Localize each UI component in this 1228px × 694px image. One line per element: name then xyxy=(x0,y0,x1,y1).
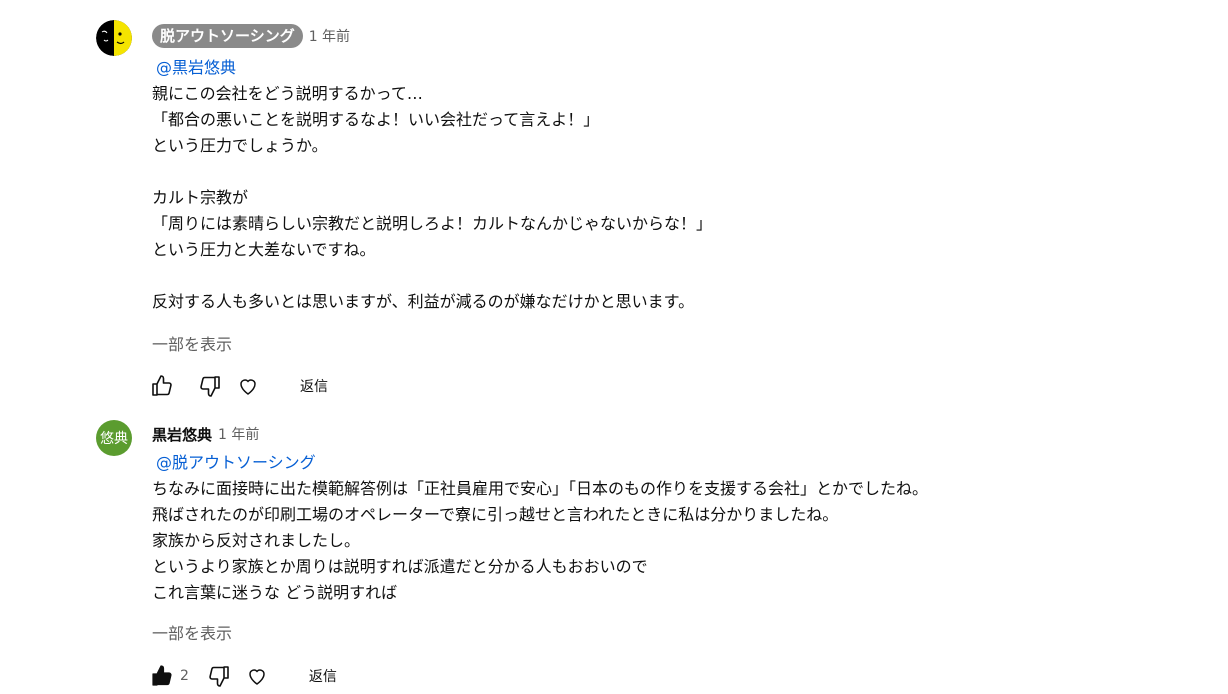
comment-text: @脱アウトソーシング ちなみに面接時に出た模範解答例は「正社員雇用で安心」「日本… xyxy=(152,450,928,606)
comment-line: 飛ばされたのが印刷工場のオペレーターで寮に引っ越せと言われたときに私は分かりまし… xyxy=(152,505,839,524)
comment-actions: 2 返信 xyxy=(150,662,337,690)
heart-icon[interactable] xyxy=(245,664,269,688)
comment-line: ちなみに面接時に出た模範解答例は「正社員雇用で安心」「日本のもの作りを支援する会… xyxy=(152,479,929,498)
comment-line: 「周りには素晴らしい宗教だと説明しろよ！カルトなんかじゃないからな！」 xyxy=(152,214,713,233)
thumbs-down-icon[interactable] xyxy=(198,374,222,398)
comment-line: これ言葉に迷うな どう説明すれば xyxy=(152,583,398,602)
comment-line xyxy=(152,263,712,289)
comment-line: カルト宗教が xyxy=(152,188,249,207)
show-more-link[interactable]: 一部を表示 xyxy=(152,620,232,644)
comment-text: @黒岩悠典 親にこの会社をどう説明するかって… 「都合の悪いことを説明するなよ！… xyxy=(152,55,712,315)
comment-line: という圧力でしょうか。 xyxy=(152,136,328,155)
comment-header: 脱アウトソーシング 1 年前 xyxy=(152,24,350,48)
show-more-link[interactable]: 一部を表示 xyxy=(152,331,232,355)
like-count: 2 xyxy=(180,668,189,684)
comment-header: 黒岩悠典 1 年前 xyxy=(152,422,259,446)
comment-1: 脱アウトソーシング 1 年前 @黒岩悠典 親にこの会社をどう説明するかって… 「… xyxy=(0,0,1228,410)
reply-button[interactable]: 返信 xyxy=(309,666,337,686)
timestamp[interactable]: 1 年前 xyxy=(218,424,259,444)
mention-link[interactable]: @脱アウトソーシング xyxy=(156,453,316,472)
comment-2: 悠典 黒岩悠典 1 年前 @脱アウトソーシング ちなみに面接時に出た模範解答例は… xyxy=(0,410,1228,694)
timestamp[interactable]: 1 年前 xyxy=(309,26,350,46)
thumbs-down-icon[interactable] xyxy=(207,664,231,688)
avatar-initials: 悠典 xyxy=(100,431,128,447)
avatar[interactable]: 悠典 xyxy=(96,420,132,456)
comment-actions: 返信 xyxy=(150,372,328,400)
comment-line xyxy=(152,159,712,185)
avatar[interactable] xyxy=(96,20,132,56)
comment-line: 親にこの会社をどう説明するかって… xyxy=(152,84,423,103)
comment-line: というより家族とか周りは説明すれば派遣だと分かる人もおおいので xyxy=(152,557,648,576)
comment-line: 家族から反対されましたし。 xyxy=(152,531,361,550)
comment-line: という圧力と大差ないですね。 xyxy=(152,240,376,259)
thumbs-up-icon[interactable] xyxy=(150,664,174,688)
reply-button[interactable]: 返信 xyxy=(300,376,328,396)
mention-link[interactable]: @黒岩悠典 xyxy=(156,58,236,77)
author-name[interactable]: 脱アウトソーシング xyxy=(152,24,303,48)
thumbs-up-icon[interactable] xyxy=(150,374,174,398)
comment-line: 「都合の悪いことを説明するなよ！いい会社だって言えよ！」 xyxy=(152,110,600,129)
heart-icon[interactable] xyxy=(236,374,260,398)
comment-line: 反対する人も多いとは思いますが、利益が減るのが嫌なだけかと思います。 xyxy=(152,292,695,311)
author-name[interactable]: 黒岩悠典 xyxy=(152,424,212,445)
